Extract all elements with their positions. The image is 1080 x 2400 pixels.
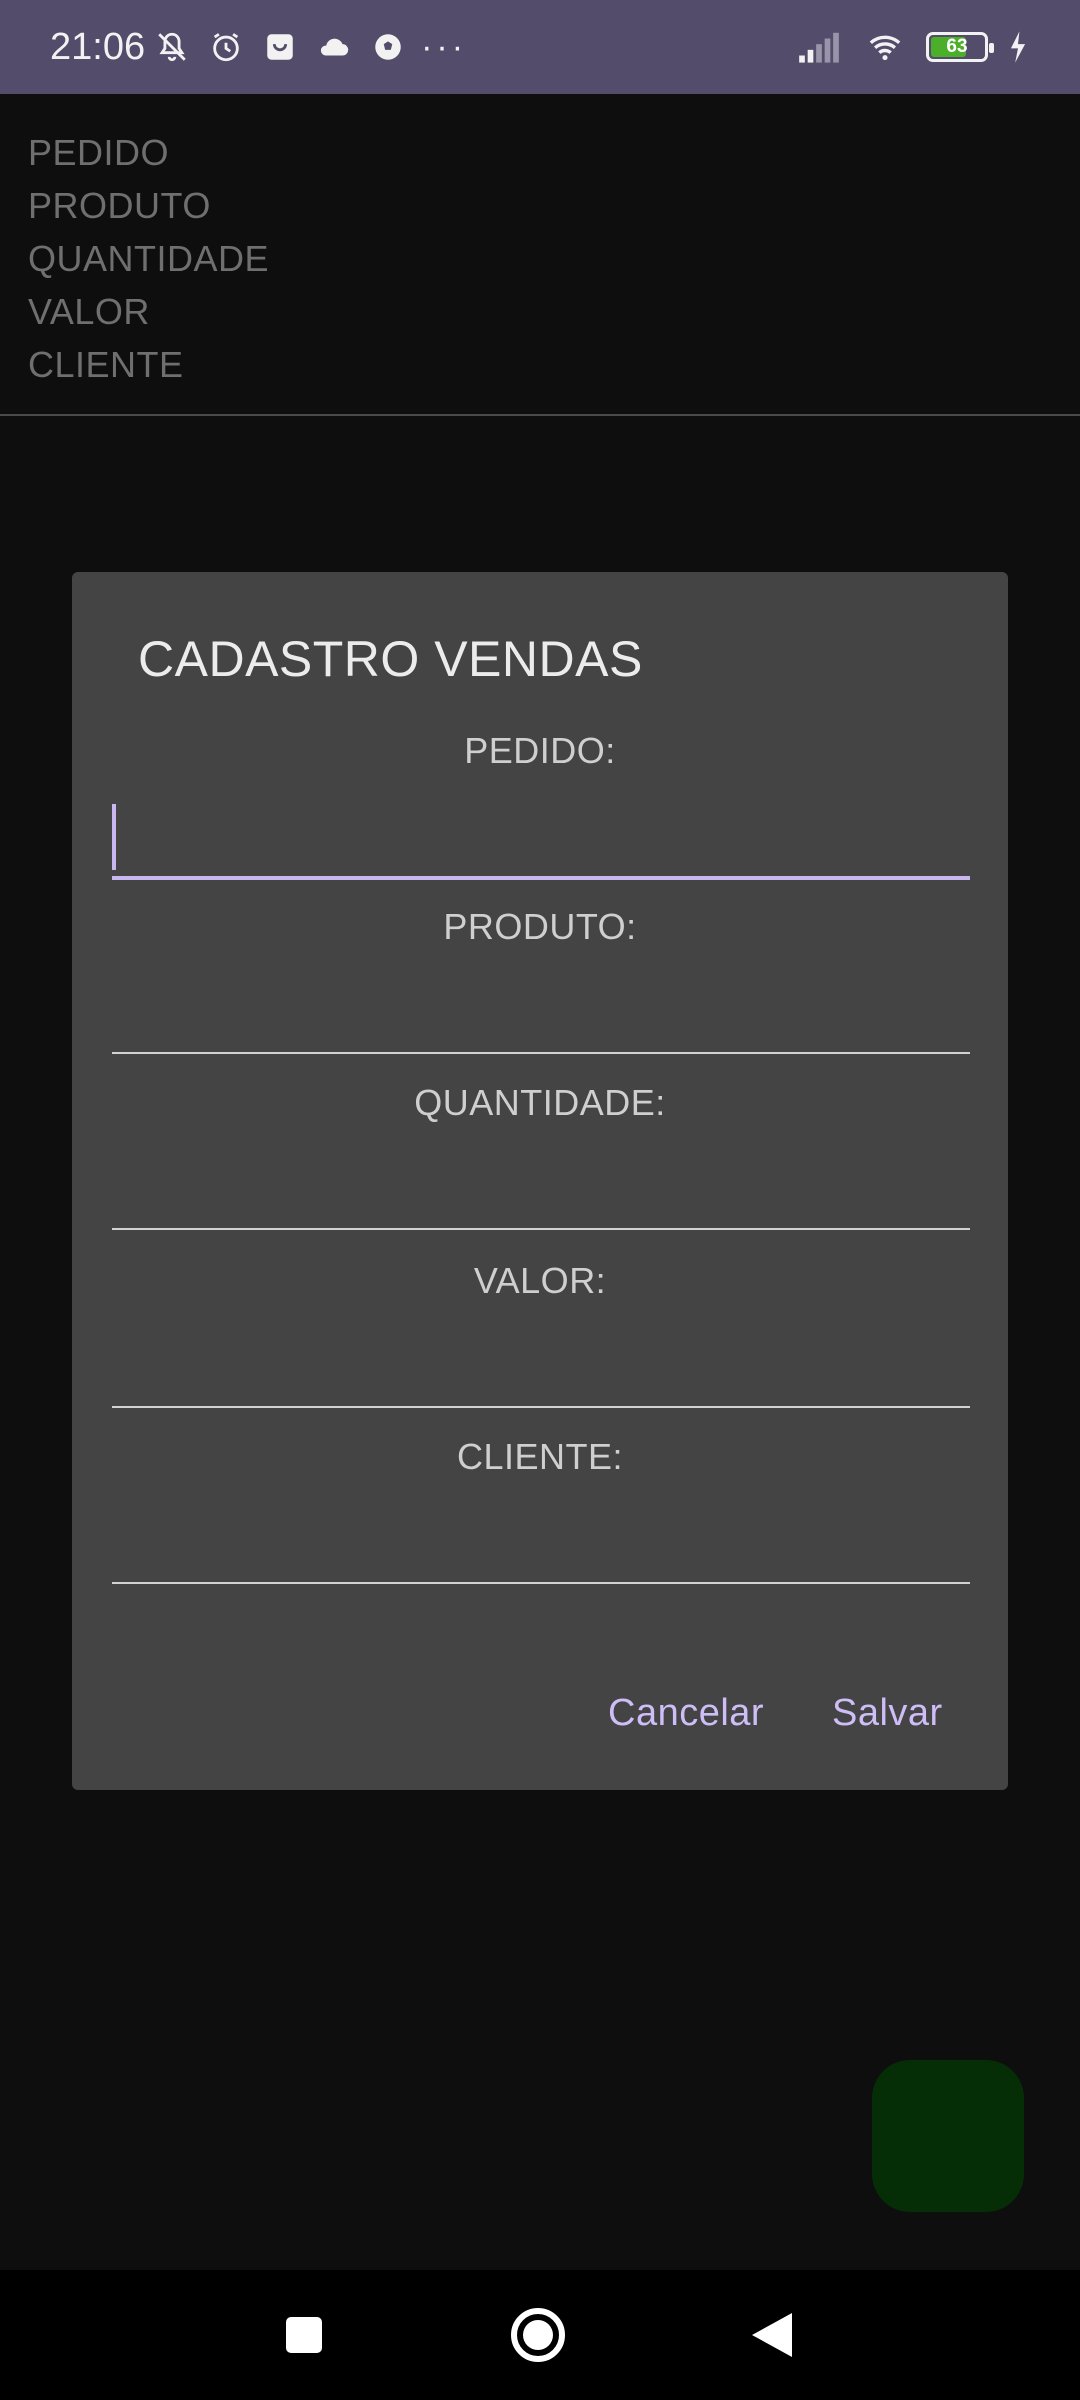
status-time: 21:06 xyxy=(50,25,146,68)
background-list: PEDIDO PRODUTO QUANTIDADE VALOR CLIENTE xyxy=(28,126,269,391)
cliente-label: CLIENTE: xyxy=(456,1436,624,1477)
floating-action-button[interactable] xyxy=(872,2060,1024,2212)
back-icon[interactable] xyxy=(732,2300,812,2370)
pedido-input[interactable] xyxy=(112,800,970,880)
notifications-off-icon xyxy=(155,30,189,64)
navigation-bar xyxy=(0,2270,1080,2400)
dialog-title: CADASTRO VENDAS xyxy=(138,631,643,687)
status-more: ··· xyxy=(421,27,468,66)
pedido-label: PEDIDO: xyxy=(464,730,616,771)
valor-label: VALOR: xyxy=(473,1260,607,1301)
quantidade-label: QUANTIDADE: xyxy=(414,1082,666,1123)
battery-level: 63 xyxy=(946,36,968,57)
status-icons-left xyxy=(155,30,405,64)
list-item: QUANTIDADE xyxy=(28,238,270,279)
produto-label: PRODUTO: xyxy=(443,906,637,947)
status-icons-right: 63 xyxy=(794,30,1030,64)
quantidade-input[interactable] xyxy=(112,1150,970,1230)
valor-input[interactable] xyxy=(112,1328,970,1408)
cloud-icon xyxy=(317,30,351,64)
battery-icon: 63 xyxy=(926,32,994,62)
register-sale-dialog: CADASTRO VENDAS PEDIDO: PRODUTO: QUANTID… xyxy=(72,572,1008,1790)
charging-bolt-icon xyxy=(1006,30,1030,64)
signal-icon xyxy=(794,30,844,64)
soccer-ball-icon xyxy=(371,30,405,64)
list-divider xyxy=(0,414,1080,416)
status-bar: 21:06 ··· 63 xyxy=(0,0,1080,94)
list-item: CLIENTE xyxy=(28,344,184,385)
produto-input[interactable] xyxy=(112,974,970,1054)
screen: 21:06 ··· 63 PEDIDO PRODUTO QUANTIDADE V… xyxy=(0,0,1080,2400)
cancel-button[interactable]: Cancelar xyxy=(608,1692,764,1735)
list-item: PEDIDO xyxy=(28,132,170,173)
alarm-icon xyxy=(209,30,243,64)
list-item: VALOR xyxy=(28,291,150,332)
shopping-bag-icon xyxy=(263,30,297,64)
wifi-icon xyxy=(862,30,908,64)
recent-apps-icon[interactable] xyxy=(264,2300,344,2370)
save-button[interactable]: Salvar xyxy=(832,1692,943,1735)
text-cursor xyxy=(112,804,116,870)
list-item: PRODUTO xyxy=(28,185,211,226)
home-icon[interactable] xyxy=(498,2300,578,2370)
cliente-input[interactable] xyxy=(112,1504,970,1584)
